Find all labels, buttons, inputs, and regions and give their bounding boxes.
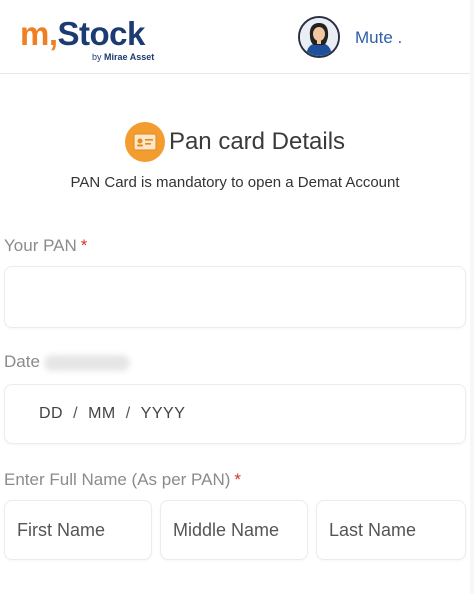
blurred-label-text [43,354,130,371]
app-header: m,Stock by Mirae Asset Mute . [0,0,470,74]
middle-name-input[interactable]: Middle Name [160,500,308,560]
mstock-logo[interactable]: m,Stock by Mirae Asset [20,14,180,64]
logo-wordmark: m,Stock [20,15,145,52]
full-name-label: Enter Full Name (As per PAN) * [4,470,242,489]
first-name-placeholder: First Name [17,519,106,540]
user-avatar[interactable] [298,16,340,58]
dob-day[interactable]: DD [39,405,63,423]
dob-year[interactable]: YYYY [141,405,186,423]
last-name-input[interactable]: Last Name [316,500,466,560]
pan-details-page: m,Stock by Mirae Asset Mute . Pan card D… [0,0,470,594]
user-avatar-icon [300,18,338,56]
first-name-input[interactable]: First Name [4,500,152,560]
required-asterisk: * [234,470,242,489]
required-asterisk: * [80,236,88,255]
pan-label: Your PAN * [4,236,88,255]
middle-name-placeholder: Middle Name [173,519,280,540]
dob-label: Date [4,352,130,372]
pan-input[interactable] [4,266,466,328]
section-subtitle: PAN Card is mandatory to open a Demat Ac… [70,174,400,191]
dob-separator: / [125,405,131,422]
id-card-icon [124,122,165,162]
dob-separator: / [73,405,79,422]
dob-month[interactable]: MM [88,405,116,423]
section-title-row: Pan card Details [0,120,470,164]
section-title: Pan card Details [168,128,346,155]
last-name-placeholder: Last Name [329,519,417,540]
user-name[interactable]: Mute . [355,28,402,48]
dob-input[interactable]: DD / MM / YYYY [4,384,466,444]
logo-tagline: by Mirae Asset [92,52,155,62]
